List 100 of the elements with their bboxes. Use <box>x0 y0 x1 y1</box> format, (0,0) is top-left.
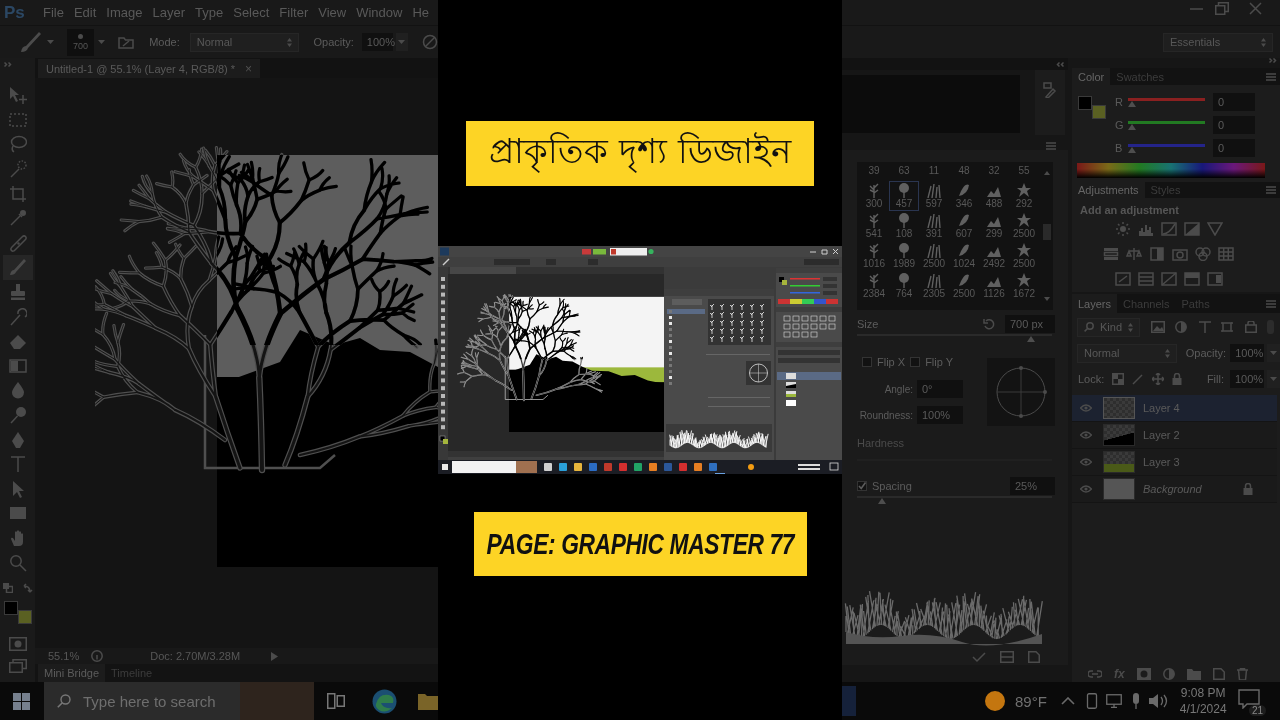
restore-icon[interactable] <box>1215 2 1229 15</box>
caret-icon[interactable] <box>98 40 106 44</box>
slash-square-icon[interactable] <box>1160 272 1177 286</box>
search-input[interactable]: Type here to search <box>83 690 223 712</box>
brush-preset-button[interactable]: 1016 <box>859 241 889 271</box>
channel-value-field[interactable]: 0 <box>1213 138 1255 157</box>
panel-menu-icon[interactable] <box>1266 72 1276 81</box>
fill-field[interactable]: 100% <box>1230 370 1264 388</box>
gradient-map-icon[interactable] <box>1183 272 1200 286</box>
panel-tab[interactable]: Layers <box>1072 294 1118 313</box>
menu-item[interactable]: Window <box>356 5 403 20</box>
lock-pixels-icon[interactable] <box>1112 373 1125 385</box>
brush-preset-button[interactable]: 2305 <box>919 271 949 301</box>
brush-preset-button[interactable]: 764 <box>889 271 919 301</box>
brush-preset-button[interactable]: 597 <box>919 181 949 211</box>
bars-icon[interactable] <box>1103 247 1119 261</box>
trash-icon[interactable] <box>1236 668 1248 680</box>
caret-icon[interactable] <box>398 40 406 44</box>
tool-button[interactable] <box>2 255 33 280</box>
color-slider-track[interactable] <box>1128 143 1205 147</box>
eye-icon[interactable] <box>1080 431 1092 439</box>
screen-mode-icon[interactable] <box>8 658 27 673</box>
quick-mask-icon[interactable] <box>8 636 27 651</box>
opacity-dropdown-button[interactable] <box>395 33 408 51</box>
channel-value-field[interactable]: 0 <box>1213 115 1255 134</box>
histogram-icon[interactable] <box>1137 222 1154 236</box>
menu-item[interactable]: Type <box>195 5 224 20</box>
panel-menu-icon[interactable] <box>1266 186 1276 194</box>
opacity-dropdown-button[interactable] <box>1267 344 1280 362</box>
lock-paint-icon[interactable] <box>1132 373 1145 385</box>
roundness-field[interactable]: 100% <box>917 406 963 424</box>
panel-tab[interactable]: Mini Bridge <box>38 664 106 682</box>
checkbox[interactable] <box>857 480 867 491</box>
color-slider-track[interactable] <box>1128 120 1205 124</box>
checkbox[interactable] <box>910 357 921 367</box>
weather-temperature[interactable]: 89°F <box>1015 692 1047 710</box>
brush-preset-button[interactable]: 541 <box>859 211 889 241</box>
brush-preset-button[interactable]: 2384 <box>859 271 889 301</box>
brush-preset-button[interactable]: 1989 <box>889 241 919 271</box>
lock-icon[interactable] <box>1172 373 1183 385</box>
brush-preset-button[interactable]: 1672 <box>1009 271 1039 301</box>
slider-thumb[interactable] <box>1027 336 1036 342</box>
color-slider-track[interactable] <box>1128 97 1205 101</box>
new-preset-icon[interactable] <box>1028 650 1040 663</box>
background-color-swatch[interactable] <box>1092 105 1106 119</box>
new-layer-icon[interactable] <box>1212 668 1225 680</box>
caret-icon[interactable] <box>47 40 54 44</box>
layer-row[interactable]: Background <box>1072 476 1277 503</box>
search-bar[interactable]: Type here to search <box>44 682 314 720</box>
fill-dropdown-button[interactable] <box>1267 370 1280 388</box>
blend-mode-dropdown[interactable]: Normal <box>1077 343 1177 363</box>
default-colors-icon[interactable] <box>2 582 13 593</box>
menu-item[interactable]: Filter <box>279 5 309 20</box>
brush-preset-button[interactable]: 2500 <box>1009 211 1039 241</box>
panel-menu-icon[interactable] <box>1266 299 1276 308</box>
swap-arrow-icon[interactable] <box>22 582 33 593</box>
eye-icon[interactable] <box>1080 458 1092 466</box>
brush-preset-button[interactable]: 391 <box>919 211 949 241</box>
adjustment-layer-icon[interactable] <box>1162 668 1175 680</box>
slider-thumb[interactable] <box>877 498 886 504</box>
foreground-color-swatch[interactable] <box>1078 96 1092 110</box>
brush-preset-button[interactable]: 299 <box>979 211 1009 241</box>
reset-icon[interactable] <box>983 317 995 330</box>
brush-preset-button[interactable]: 1126 <box>979 271 1009 301</box>
link-icon[interactable] <box>1088 670 1102 678</box>
split-square-icon[interactable] <box>1206 272 1223 286</box>
half-square-icon[interactable] <box>1149 247 1165 261</box>
menu-item[interactable]: View <box>318 5 347 20</box>
channel-value-field[interactable]: 0 <box>1213 92 1255 111</box>
brush-preset-button[interactable]: 346 <box>949 181 979 211</box>
sun-icon[interactable] <box>985 691 1005 711</box>
spacing-field[interactable]: 25% <box>1010 476 1055 495</box>
triangle-icon[interactable] <box>1206 222 1223 236</box>
menu-item[interactable]: Edit <box>73 5 97 20</box>
grid-icon[interactable] <box>1218 247 1234 261</box>
slashed-circle-icon[interactable] <box>422 34 438 50</box>
layer-row[interactable]: Layer 2 <box>1072 422 1277 449</box>
play-icon[interactable] <box>271 651 279 661</box>
eye-icon[interactable] <box>1080 404 1092 412</box>
info-icon[interactable] <box>91 650 104 662</box>
mask-icon[interactable] <box>1136 668 1151 680</box>
menu-item[interactable]: Select <box>233 5 270 20</box>
menu-item[interactable]: He <box>412 5 430 20</box>
caret-icon[interactable] <box>1270 377 1277 381</box>
layer-filter-dropdown[interactable]: Kind <box>1077 317 1140 337</box>
chevron-up-icon[interactable] <box>1060 697 1075 705</box>
size-field[interactable]: 700 px <box>1005 314 1055 333</box>
balance-icon[interactable] <box>1126 247 1142 261</box>
menu-item[interactable]: File <box>43 5 64 20</box>
camera-icon[interactable] <box>1172 247 1188 261</box>
close-icon[interactable] <box>1249 2 1262 15</box>
double-chevron-icon[interactable] <box>1056 61 1064 67</box>
monitor-icon[interactable] <box>1105 694 1122 708</box>
microphone-icon[interactable] <box>1130 693 1141 709</box>
task-view-icon[interactable] <box>327 693 345 709</box>
clock-date[interactable]: 4/1/2024 <box>1179 701 1227 717</box>
eye-icon[interactable] <box>1080 485 1092 493</box>
background-color-swatch[interactable] <box>17 609 32 624</box>
layer-row[interactable]: Layer 3 <box>1072 449 1277 476</box>
circles-icon[interactable] <box>1195 247 1211 261</box>
